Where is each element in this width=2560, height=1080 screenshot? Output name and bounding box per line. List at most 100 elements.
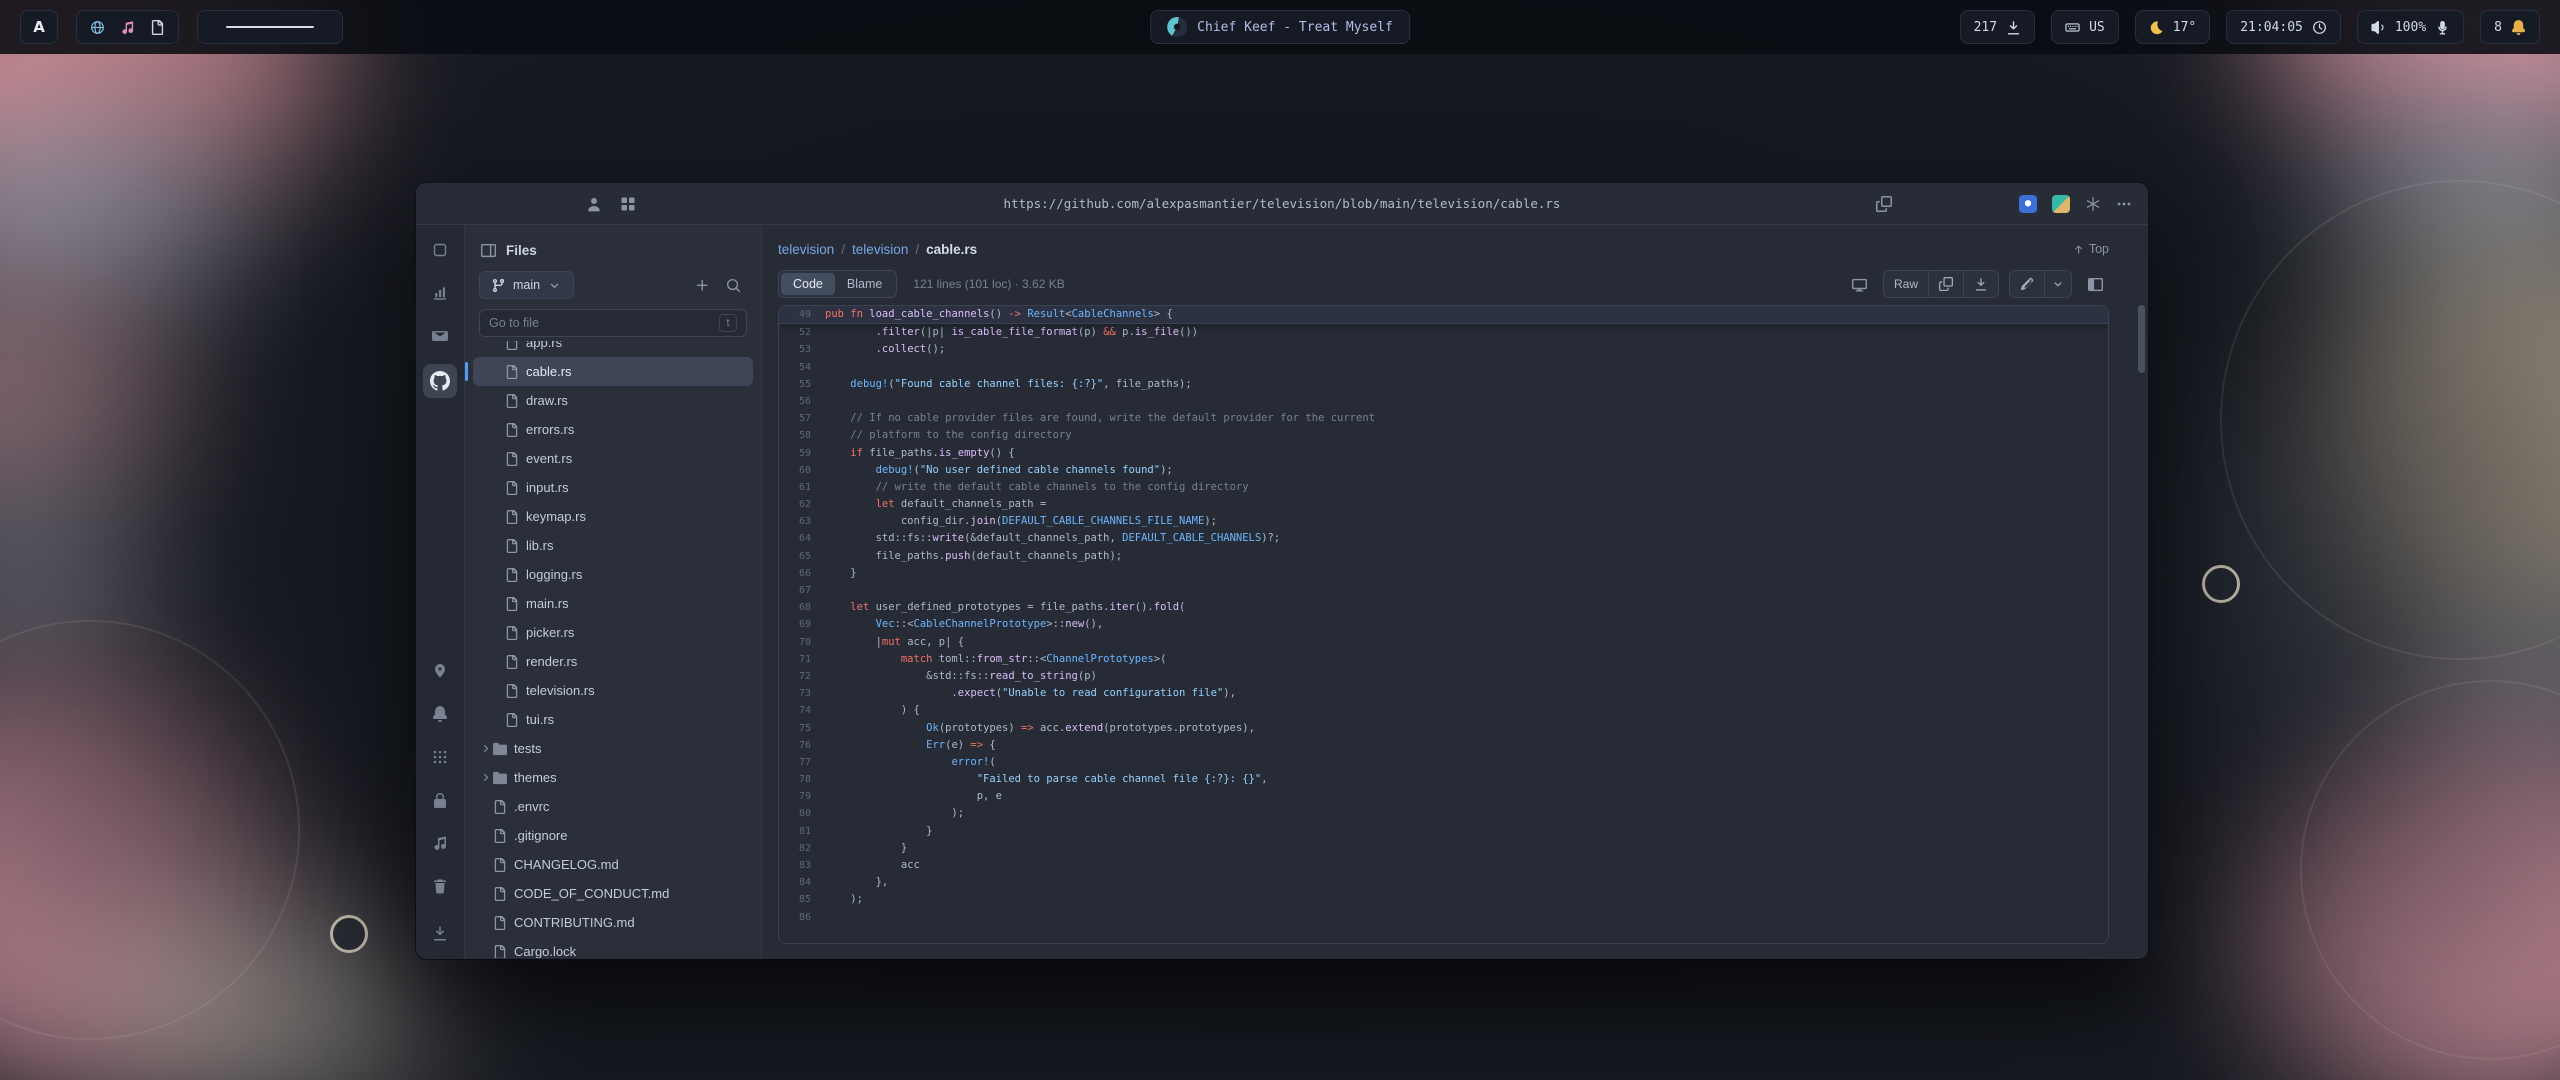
extension-blue-icon[interactable]: [2019, 195, 2037, 213]
line-number[interactable]: 81: [779, 823, 825, 840]
edit-button[interactable]: [2010, 271, 2044, 297]
line-number[interactable]: 61: [779, 479, 825, 496]
tab-lock[interactable]: [425, 785, 455, 815]
tab-apps[interactable]: [425, 742, 455, 772]
search-tree-button[interactable]: [720, 272, 747, 299]
add-file-button[interactable]: [689, 272, 716, 299]
tree-file-logging.rs[interactable]: logging.rs: [473, 560, 753, 589]
workspace-browser-icon[interactable]: [90, 20, 105, 35]
line-number[interactable]: 86: [779, 909, 825, 926]
branch-selector[interactable]: main: [479, 271, 574, 299]
tree-file-.gitignore[interactable]: .gitignore: [473, 821, 753, 850]
tab-music[interactable]: [425, 828, 455, 858]
line-number[interactable]: 80: [779, 805, 825, 822]
tree-file-input.rs[interactable]: input.rs: [473, 473, 753, 502]
line-number[interactable]: 49: [779, 306, 825, 323]
line-number[interactable]: 66: [779, 565, 825, 582]
line-number[interactable]: 69: [779, 616, 825, 633]
tab-blame[interactable]: Blame: [835, 273, 894, 295]
page-scrollbar[interactable]: [2135, 225, 2148, 958]
line-number[interactable]: 67: [779, 582, 825, 599]
scrollbar-thumb[interactable]: [2138, 305, 2145, 373]
tree-file-CODE_OF_CONDUCT.md[interactable]: CODE_OF_CONDUCT.md: [473, 879, 753, 908]
line-number[interactable]: 70: [779, 634, 825, 651]
line-number[interactable]: 57: [779, 410, 825, 427]
goto-file-input[interactable]: Go to file t: [479, 309, 747, 337]
line-number[interactable]: 62: [779, 496, 825, 513]
tree-file-lib.rs[interactable]: lib.rs: [473, 531, 753, 560]
tree-file-picker.rs[interactable]: picker.rs: [473, 618, 753, 647]
tree-file-app.rs[interactable]: app.rs: [473, 341, 753, 357]
tab-notifications[interactable]: [425, 699, 455, 729]
line-number[interactable]: 56: [779, 393, 825, 410]
workspace-files-icon[interactable]: [150, 20, 165, 35]
network-widget[interactable]: 217: [1960, 10, 2035, 44]
launcher-button[interactable]: A: [20, 10, 58, 44]
line-number[interactable]: 72: [779, 668, 825, 685]
notifications-widget[interactable]: 8: [2480, 10, 2540, 44]
line-number[interactable]: 78: [779, 771, 825, 788]
line-number[interactable]: 55: [779, 376, 825, 393]
line-number[interactable]: 76: [779, 737, 825, 754]
tree-file-television.rs[interactable]: television.rs: [473, 676, 753, 705]
profile-icon[interactable]: [586, 196, 602, 212]
line-number[interactable]: 68: [779, 599, 825, 616]
line-number[interactable]: 73: [779, 685, 825, 702]
tree-folder-themes[interactable]: themes: [473, 763, 753, 792]
line-number[interactable]: 54: [779, 359, 825, 376]
line-number[interactable]: 63: [779, 513, 825, 530]
tab-location[interactable]: [425, 656, 455, 686]
line-number[interactable]: 84: [779, 874, 825, 891]
line-number[interactable]: 85: [779, 891, 825, 908]
tree-file-Cargo.lock[interactable]: Cargo.lock: [473, 937, 753, 958]
workspace-music-icon[interactable]: [120, 20, 135, 35]
line-number[interactable]: 64: [779, 530, 825, 547]
tree-folder-tests[interactable]: tests: [473, 734, 753, 763]
line-number[interactable]: 58: [779, 427, 825, 444]
tab-mail[interactable]: [425, 321, 455, 351]
edit-dropdown-button[interactable]: [2044, 271, 2071, 297]
download-raw-button[interactable]: [1963, 271, 1998, 297]
downloads-button[interactable]: [432, 925, 448, 946]
open-display-button[interactable]: [1846, 271, 1873, 298]
tree-file-tui.rs[interactable]: tui.rs: [473, 705, 753, 734]
collapse-tree-icon[interactable]: [481, 243, 496, 258]
copy-tab-icon[interactable]: [1876, 196, 1892, 212]
line-number[interactable]: 52: [779, 324, 825, 341]
line-number[interactable]: 65: [779, 548, 825, 565]
line-number[interactable]: 59: [779, 445, 825, 462]
line-number[interactable]: 75: [779, 720, 825, 737]
more-menu-icon[interactable]: [2116, 196, 2132, 212]
media-widget[interactable]: Chief Keef - Treat Myself: [1150, 10, 1410, 44]
tab-trash[interactable]: [425, 871, 455, 901]
tab-github[interactable]: [423, 364, 457, 398]
clock-widget[interactable]: 21:04:05: [2226, 10, 2341, 44]
tree-file-main.rs[interactable]: main.rs: [473, 589, 753, 618]
apps-icon[interactable]: [620, 196, 636, 212]
tree-file-errors.rs[interactable]: errors.rs: [473, 415, 753, 444]
symbols-panel-button[interactable]: [2082, 271, 2109, 298]
tree-file-CHANGELOG.md[interactable]: CHANGELOG.md: [473, 850, 753, 879]
line-number[interactable]: 83: [779, 857, 825, 874]
breadcrumb-repo[interactable]: television: [778, 242, 834, 257]
breadcrumb-dir[interactable]: television: [852, 242, 908, 257]
tree-file-keymap.rs[interactable]: keymap.rs: [473, 502, 753, 531]
line-number[interactable]: 74: [779, 702, 825, 719]
tree-file-event.rs[interactable]: event.rs: [473, 444, 753, 473]
line-number[interactable]: 71: [779, 651, 825, 668]
tab-code[interactable]: Code: [781, 273, 835, 295]
audio-widget[interactable]: 100%: [2357, 10, 2464, 44]
tree-file-draw.rs[interactable]: draw.rs: [473, 386, 753, 415]
line-number[interactable]: 53: [779, 341, 825, 358]
keyboard-layout-widget[interactable]: US: [2051, 10, 2119, 44]
line-number[interactable]: 82: [779, 840, 825, 857]
workspace-widget[interactable]: [76, 10, 179, 44]
tree-file-CONTRIBUTING.md[interactable]: CONTRIBUTING.md: [473, 908, 753, 937]
tab-activity[interactable]: [425, 278, 455, 308]
snowflake-icon[interactable]: [2085, 196, 2101, 212]
tree-file-.envrc[interactable]: .envrc: [473, 792, 753, 821]
copy-raw-button[interactable]: [1928, 271, 1963, 297]
line-number[interactable]: 60: [779, 462, 825, 479]
back-to-top-link[interactable]: Top: [2073, 242, 2109, 256]
url-bar[interactable]: https://github.com/alexpasmantier/televi…: [1004, 196, 1561, 211]
